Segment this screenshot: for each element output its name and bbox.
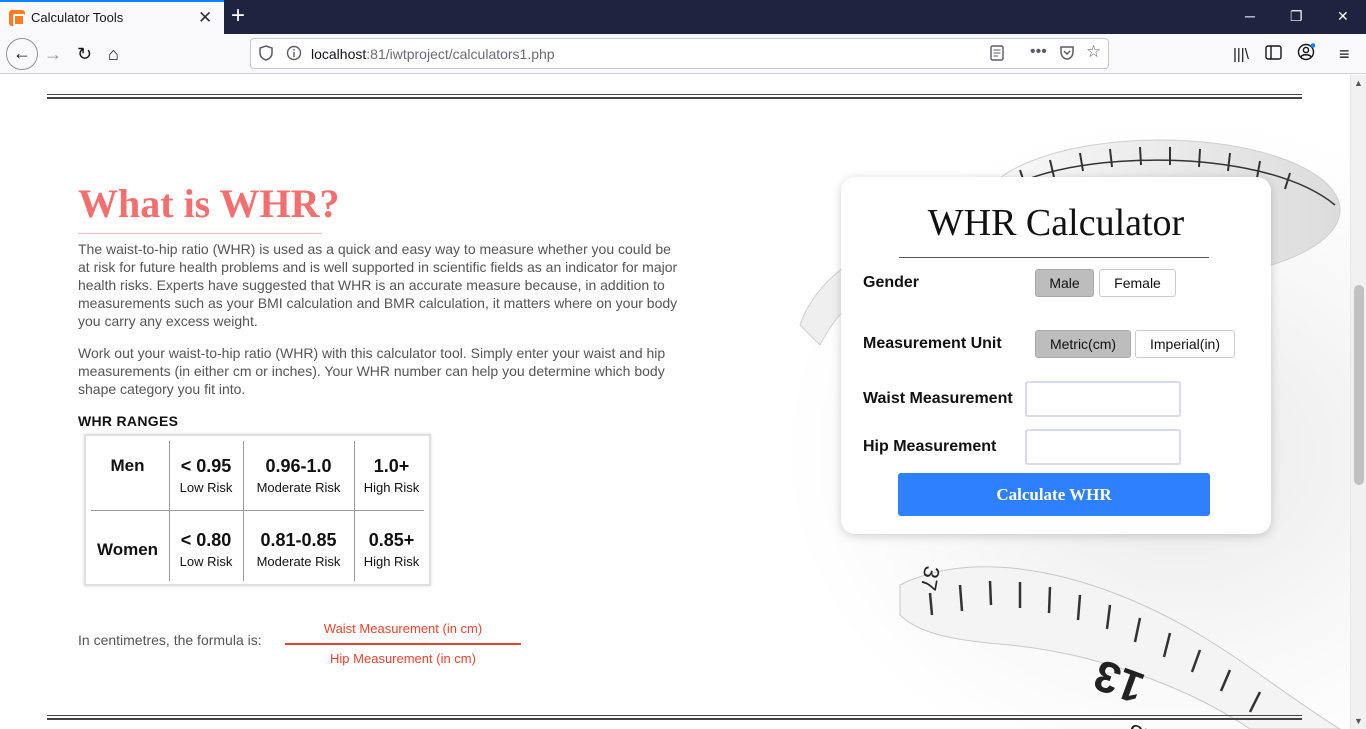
risk-label: Low Risk bbox=[179, 480, 233, 495]
active-tab[interactable]: Calculator Tools ✕ bbox=[0, 0, 224, 34]
new-tab-button[interactable]: + bbox=[231, 3, 245, 29]
minimize-button[interactable]: ─ bbox=[1245, 7, 1255, 25]
tab-title: Calculator Tools bbox=[31, 10, 124, 25]
formula-denominator: Hip Measurement (in cm) bbox=[330, 651, 476, 666]
url-bar[interactable]: localhost:81/iwtproject/calculators1.php… bbox=[250, 38, 1109, 69]
hip-input[interactable] bbox=[1025, 429, 1181, 465]
calculator-title: WHR Calculator bbox=[927, 202, 1185, 244]
sidebar-icon[interactable] bbox=[1265, 43, 1282, 65]
page-actions-icon[interactable]: ••• bbox=[1030, 43, 1047, 61]
hip-label: Hip Measurement bbox=[863, 438, 997, 455]
row-label-women: Women bbox=[96, 540, 159, 559]
range-value: < 0.95 bbox=[180, 456, 232, 476]
url-port: :81 bbox=[366, 46, 386, 62]
row-divider bbox=[91, 510, 424, 511]
bookmark-star-icon[interactable]: ☆ bbox=[1086, 43, 1101, 61]
risk-label: High Risk bbox=[363, 480, 420, 495]
whr-calculator-card: WHR Calculator Gender Male Female Measur… bbox=[841, 177, 1271, 534]
range-cell: < 0.80 Low Risk bbox=[169, 530, 243, 569]
ranges-heading: WHR RANGES bbox=[78, 413, 179, 429]
tab-strip: Calculator Tools ✕ + ─ ❐ ✕ bbox=[0, 0, 1366, 34]
gender-male-button[interactable]: Male bbox=[1035, 269, 1094, 297]
row-label-men: Men bbox=[110, 456, 145, 475]
formula-label: In centimetres, the formula is: bbox=[78, 632, 262, 648]
tab-close-icon[interactable]: ✕ bbox=[198, 8, 212, 28]
range-cell: 0.85+ High Risk bbox=[354, 530, 429, 569]
url-text[interactable]: localhost:81/iwtproject/calculators1.php bbox=[311, 46, 555, 62]
forward-arrow-icon[interactable]: → bbox=[44, 43, 62, 65]
library-icon[interactable]: |||\ bbox=[1233, 44, 1249, 66]
whr-heading: What is WHR? bbox=[78, 181, 340, 226]
range-cell: 1.0+ High Risk bbox=[354, 456, 429, 495]
risk-label: Moderate Risk bbox=[256, 554, 341, 569]
scrollbar-thumb[interactable] bbox=[1354, 285, 1364, 485]
gender-female-button[interactable]: Female bbox=[1099, 269, 1176, 297]
formula-numerator: Waist Measurement (in cm) bbox=[323, 621, 483, 636]
xampp-favicon-icon bbox=[9, 10, 25, 26]
unit-metric-button[interactable]: Metric(cm) bbox=[1035, 330, 1131, 358]
pocket-icon[interactable] bbox=[1059, 45, 1075, 65]
reload-icon[interactable]: ↻ bbox=[77, 43, 92, 65]
calculator-title-underline bbox=[899, 257, 1209, 258]
risk-label: High Risk bbox=[363, 554, 420, 569]
top-divider bbox=[47, 94, 1302, 99]
range-value: 0.85+ bbox=[368, 530, 415, 550]
page-scrollbar[interactable]: ▲ ▼ bbox=[1350, 75, 1366, 729]
close-window-button[interactable]: ✕ bbox=[1337, 7, 1349, 25]
url-path: /iwtproject/calculators1.php bbox=[385, 46, 555, 62]
heading-underline bbox=[78, 233, 322, 234]
shield-icon[interactable] bbox=[259, 45, 273, 65]
range-value: 1.0+ bbox=[373, 456, 410, 476]
instructions-paragraph: Work out your waist-to-hip ratio (WHR) w… bbox=[78, 345, 666, 397]
gender-label: Gender bbox=[863, 274, 920, 291]
info-icon[interactable] bbox=[286, 45, 302, 65]
home-icon[interactable]: ⌂ bbox=[108, 43, 119, 65]
range-value: 0.81-0.85 bbox=[260, 530, 337, 550]
restore-button[interactable]: ❐ bbox=[1290, 7, 1303, 25]
back-arrow-icon[interactable]: ← bbox=[6, 38, 38, 70]
intro-paragraph: The waist-to-hip ratio (WHR) is used as … bbox=[78, 241, 678, 329]
range-cell: 0.96-1.0 Moderate Risk bbox=[243, 456, 354, 495]
account-icon[interactable] bbox=[1297, 43, 1316, 66]
unit-label: Measurement Unit bbox=[863, 335, 1002, 352]
navigation-toolbar: ← → ↻ ⌂ localhost:81/iwtproject/calculat… bbox=[0, 34, 1366, 74]
unit-imperial-button[interactable]: Imperial(in) bbox=[1135, 330, 1235, 358]
bottom-divider bbox=[47, 715, 1302, 720]
fraction-bar bbox=[285, 643, 521, 645]
calculate-whr-button[interactable]: Calculate WHR bbox=[898, 473, 1210, 516]
waist-label: Waist Measurement bbox=[863, 390, 1013, 407]
url-host: localhost bbox=[311, 46, 367, 62]
range-value: 0.96-1.0 bbox=[265, 456, 332, 476]
scroll-up-arrow-icon[interactable]: ▲ bbox=[1354, 78, 1363, 88]
risk-label: Low Risk bbox=[179, 554, 233, 569]
menu-hamburger-icon[interactable]: ≡ bbox=[1339, 43, 1350, 65]
whr-ranges-table: Men < 0.95 Low Risk 0.96-1.0 Moderate Ri… bbox=[84, 434, 431, 586]
waist-input[interactable] bbox=[1025, 381, 1181, 417]
range-cell: < 0.95 Low Risk bbox=[169, 456, 243, 495]
reader-view-icon[interactable] bbox=[990, 45, 1004, 65]
risk-label: Moderate Risk bbox=[256, 480, 341, 495]
page-content: 37 13 28 What is WHR? The waist-to-hip r… bbox=[0, 75, 1366, 729]
range-cell: 0.81-0.85 Moderate Risk bbox=[243, 530, 354, 569]
tape-number-37: 37 bbox=[916, 564, 945, 592]
range-value: < 0.80 bbox=[180, 530, 232, 550]
scroll-down-arrow-icon[interactable]: ▼ bbox=[1354, 716, 1363, 726]
